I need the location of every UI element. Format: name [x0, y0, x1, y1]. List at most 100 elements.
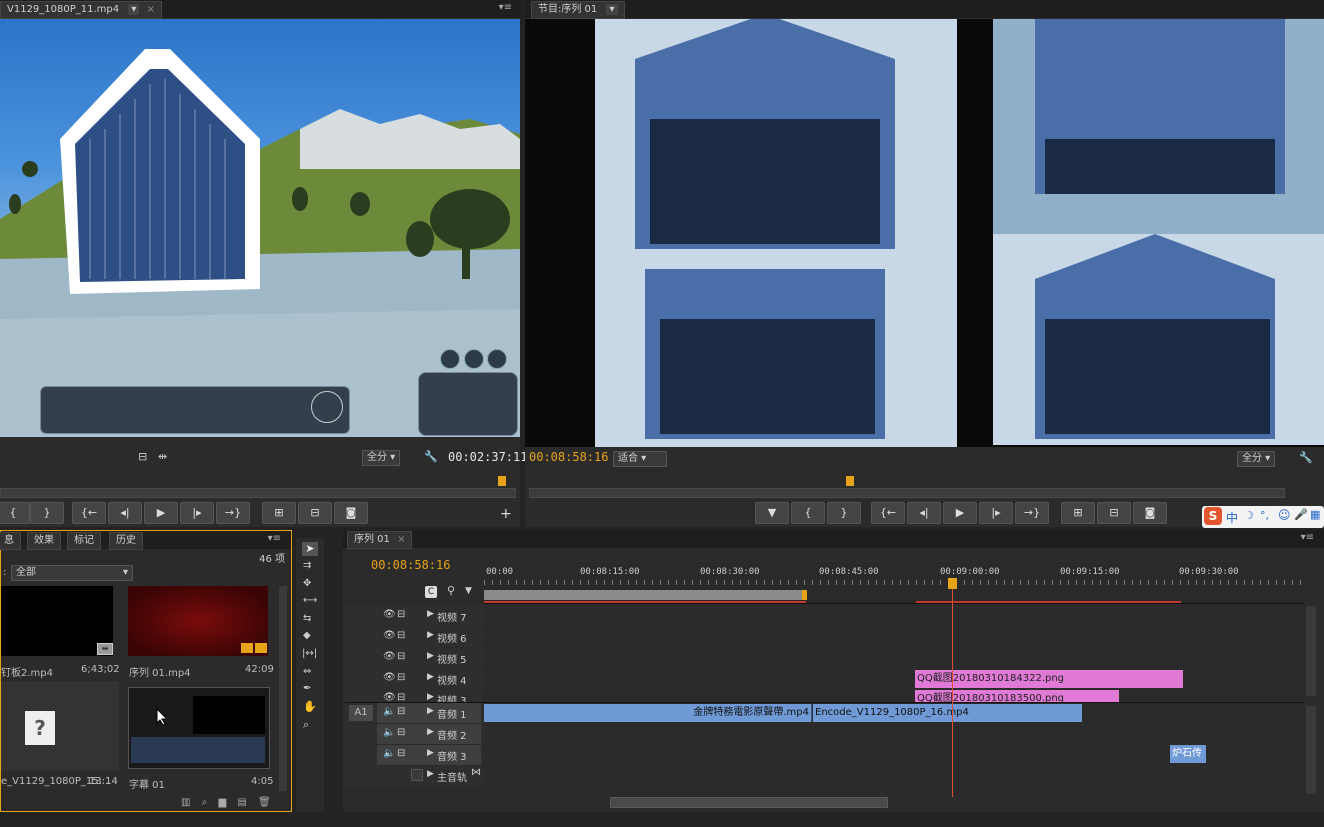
timeline-clip-a1-b[interactable]: Encode_V1129_1080P_16.mp4	[813, 704, 1082, 722]
audio-tracks-scrollbar[interactable]	[1306, 706, 1316, 794]
export-frame-button[interactable]: ◙	[334, 502, 368, 524]
extract-button[interactable]: ⊟	[1097, 502, 1131, 524]
selection-tool-icon[interactable]: ➤	[302, 542, 318, 556]
mark-in-button[interactable]: {	[0, 502, 30, 524]
link-icon[interactable]: ⚲	[447, 584, 455, 597]
timeline-clip-a1-a[interactable]: 金牌特務電影原聲帶.mp4	[484, 704, 812, 722]
close-icon[interactable]: ×	[147, 4, 155, 15]
ime-moon-icon[interactable]: ☽	[1244, 509, 1254, 522]
project-scrollbar[interactable]	[279, 586, 287, 791]
ime-logo-icon[interactable]: S	[1204, 507, 1222, 525]
program-quality-dropdown[interactable]: 全分 ▾	[1237, 451, 1276, 467]
add-button-icon[interactable]: +	[500, 506, 512, 522]
source-scrub-bar[interactable]	[0, 488, 516, 498]
eye-icon[interactable]: 👁	[383, 651, 396, 662]
panel-menu-icon[interactable]: ▾≡	[499, 2, 512, 13]
ime-punct-icon[interactable]: °,	[1260, 509, 1269, 522]
wrench-icon[interactable]: 🔧	[1299, 451, 1313, 464]
source-patch-a1[interactable]: A1	[349, 705, 373, 721]
go-to-in-button[interactable]: {←	[871, 502, 905, 524]
tab-info[interactable]: 息	[0, 532, 21, 550]
zoom-tool-icon[interactable]: ⌕	[303, 718, 309, 732]
slide-tool-icon[interactable]: ⇔	[303, 666, 311, 677]
close-icon[interactable]: ×	[397, 534, 405, 545]
source-playhead-marker[interactable]	[498, 476, 506, 486]
panel-menu-icon[interactable]: ▾≡	[1301, 532, 1314, 543]
eye-icon[interactable]: 👁	[383, 672, 396, 683]
timeline-timecode[interactable]: 00:08:58:16	[371, 558, 450, 572]
timeline-clip-v4[interactable]: QQ截图20180310184322.png	[915, 670, 1183, 688]
lift-button[interactable]: ⊞	[1061, 502, 1095, 524]
expand-arrow-icon[interactable]: ▶	[427, 630, 434, 640]
program-tab[interactable]: 节目:序列 01 ▾	[531, 1, 625, 19]
mark-in-button[interactable]: {	[791, 502, 825, 524]
filter-dropdown[interactable]: 全部 ▾	[11, 565, 133, 581]
dropdown-icon[interactable]: ▾	[128, 4, 140, 15]
new-bin-icon[interactable]: ▆	[218, 797, 226, 808]
program-playhead-marker[interactable]	[846, 476, 854, 486]
play-button[interactable]: ▶	[144, 502, 178, 524]
slip-tool-icon[interactable]: |↔|	[302, 648, 317, 659]
insert-button[interactable]: ⊞	[262, 502, 296, 524]
tab-effects[interactable]: 效果	[27, 532, 61, 550]
drag-audio-video-icon[interactable]: ⇹	[158, 450, 167, 463]
eye-icon[interactable]: 👁	[383, 630, 396, 641]
speaker-icon[interactable]: 🔈	[383, 727, 395, 738]
ripple-edit-tool-icon[interactable]: ✥	[303, 578, 311, 589]
eye-icon[interactable]: 👁	[383, 692, 396, 702]
export-frame-button[interactable]: ◙	[1133, 502, 1167, 524]
track-lock-icon[interactable]: ⊟	[397, 672, 405, 683]
track-lock-icon[interactable]	[411, 769, 423, 781]
work-area-end-handle[interactable]	[802, 590, 807, 600]
speaker-icon[interactable]: 🔈	[383, 748, 395, 759]
add-marker-button[interactable]: ▼	[755, 502, 789, 524]
play-button[interactable]: ▶	[943, 502, 977, 524]
timeline-clip-v3[interactable]: QQ截图20180310183500.png	[915, 690, 1119, 702]
track-lock-icon[interactable]: ⊟	[397, 651, 405, 662]
list-view-icon[interactable]: ▥	[181, 797, 190, 808]
razor-tool-icon[interactable]: ◆	[303, 630, 311, 641]
go-to-in-button[interactable]: {←	[72, 502, 106, 524]
track-lock-icon[interactable]: ⊟	[397, 609, 405, 620]
timeline-clip-a3[interactable]: 炉石传	[1170, 745, 1206, 763]
track-lock-icon[interactable]: ⊟	[397, 706, 405, 717]
timeline-playhead-handle[interactable]	[948, 578, 957, 589]
ime-mic-icon[interactable]: 🎤	[1294, 508, 1308, 521]
step-back-button[interactable]: ◂|	[108, 502, 142, 524]
dropdown-icon[interactable]: ▾	[606, 4, 618, 15]
track-lock-icon[interactable]: ⊟	[397, 692, 405, 702]
bin-item-thumb[interactable]	[1, 681, 119, 771]
expand-arrow-icon[interactable]: ▶	[427, 727, 434, 737]
eye-icon[interactable]: 👁	[383, 609, 396, 620]
hand-tool-icon[interactable]: ✋	[303, 700, 317, 713]
timeline-horizontal-scrollbar[interactable]	[610, 797, 888, 808]
add-marker-icon[interactable]: ▼	[465, 586, 472, 596]
panel-menu-icon[interactable]: ▾≡	[268, 533, 281, 544]
go-to-edit-icon[interactable]: ⋈	[471, 767, 481, 778]
program-fit-dropdown[interactable]: 适合 ▾	[613, 451, 667, 467]
pen-tool-icon[interactable]: ✒	[303, 683, 311, 694]
tab-markers[interactable]: 标记	[67, 532, 101, 550]
rate-stretch-tool-icon[interactable]: ⇆	[303, 613, 311, 624]
source-timecode[interactable]: 00:02:37:11	[448, 450, 527, 464]
ime-lang-icon[interactable]: 中	[1226, 509, 1238, 526]
ime-menu-icon[interactable]: ▦	[1310, 508, 1320, 521]
speaker-icon[interactable]: 🔈	[383, 706, 395, 717]
expand-arrow-icon[interactable]: ▶	[427, 748, 434, 758]
settings-icon[interactable]: ⊟	[138, 450, 147, 463]
expand-arrow-icon[interactable]: ▶	[427, 692, 434, 702]
wrench-icon[interactable]: 🔧	[424, 450, 438, 463]
expand-arrow-icon[interactable]: ▶	[427, 769, 434, 779]
track-lock-icon[interactable]: ⊟	[397, 727, 405, 738]
timeline-tab[interactable]: 序列 01 ×	[347, 531, 413, 549]
expand-arrow-icon[interactable]: ▶	[427, 609, 434, 619]
expand-arrow-icon[interactable]: ▶	[427, 651, 434, 661]
step-back-button[interactable]: ◂|	[907, 502, 941, 524]
track-select-tool-icon[interactable]: ⇉	[303, 560, 311, 571]
expand-arrow-icon[interactable]: ▶	[427, 672, 434, 682]
snap-icon[interactable]: C	[425, 586, 437, 598]
overwrite-button[interactable]: ⊟	[298, 502, 332, 524]
video-tracks-scrollbar[interactable]	[1306, 606, 1316, 696]
program-scrub-bar[interactable]	[529, 488, 1285, 498]
track-lock-icon[interactable]: ⊟	[397, 748, 405, 759]
